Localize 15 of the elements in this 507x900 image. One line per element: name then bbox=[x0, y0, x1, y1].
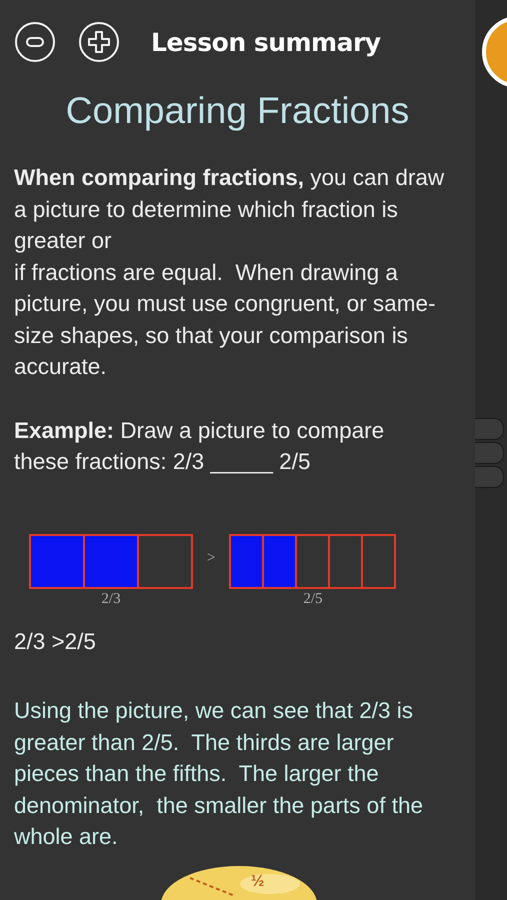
explanation-paragraph: Using the picture, we can see that 2/3 is greater than 2/5. The thirds are larger pieces than the fifths. The larger the denominator, the smaller the parts of the whole are. bbox=[13, 697, 424, 851]
plus-icon bbox=[88, 31, 110, 53]
page-title: Lesson summary bbox=[151, 28, 381, 56]
lesson-title: Comparing Fractions bbox=[64, 90, 410, 132]
example-text: Example: Draw a picture to compare these fractions: 2/3 _____ 2/5 bbox=[13, 416, 386, 476]
fraction-label: 2/5 bbox=[303, 590, 323, 608]
intro-paragraph: When comparing fractions, you can draw a picture to determine which fraction is greater or if fractions are equal. When drawing a picture, you must use congruent, or same-size shapes, so that your comparison is accurate. bbox=[13, 164, 446, 381]
answer-text: 2/3 >2/5 bbox=[13, 628, 97, 656]
coin-label: ½ bbox=[251, 873, 264, 891]
fraction-label: 2/3 bbox=[101, 590, 121, 608]
comparison-sign: > bbox=[207, 550, 216, 566]
minus-icon bbox=[26, 37, 44, 47]
coin-icon bbox=[160, 864, 318, 900]
zoom-in-button[interactable] bbox=[79, 22, 119, 62]
zoom-out-button[interactable] bbox=[15, 22, 55, 62]
